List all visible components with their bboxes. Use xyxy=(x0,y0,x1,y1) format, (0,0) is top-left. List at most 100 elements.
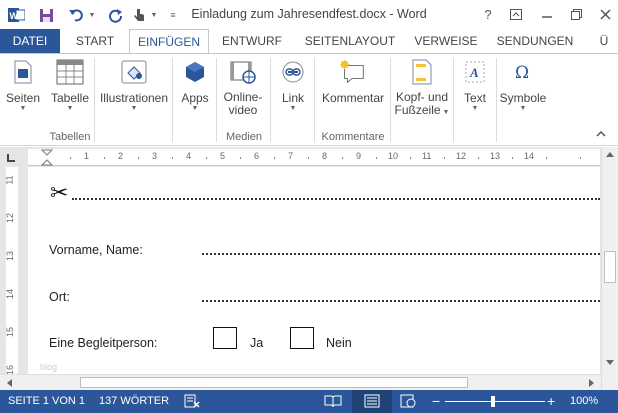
scroll-up-icon[interactable] xyxy=(606,151,614,157)
zoom-level[interactable]: 100% xyxy=(570,395,598,407)
tab-ueberpruefen[interactable]: Ü xyxy=(590,29,618,54)
online-video-label-line2: video xyxy=(228,103,258,117)
online-video-button[interactable]: Online-video xyxy=(219,57,267,117)
nein-label: Nein xyxy=(326,336,352,350)
web-layout-icon[interactable] xyxy=(400,394,416,411)
illustrations-label: Illustrationen xyxy=(99,91,169,105)
header-footer-button[interactable]: Kopf- und Fußzeile ▼ xyxy=(393,57,451,117)
scissors-icon: ✂ xyxy=(50,180,69,205)
vertical-ruler-strip xyxy=(6,167,18,390)
link-label: Link xyxy=(281,91,304,105)
document-page[interactable]: ✂ Vorname, Name: Ort: Eine Begleitperson… xyxy=(28,167,600,390)
divider xyxy=(453,58,454,142)
collapse-ribbon-icon[interactable] xyxy=(596,130,606,141)
nein-checkbox[interactable] xyxy=(290,327,314,349)
symbols-label: Symbole xyxy=(499,91,547,105)
print-layout-button[interactable] xyxy=(352,390,392,413)
tab-verweise[interactable]: VERWEISE xyxy=(410,29,482,54)
text-button[interactable]: A Text ▼ xyxy=(456,57,494,113)
ja-checkbox[interactable] xyxy=(213,327,237,349)
vruler-mark: 12 xyxy=(5,212,16,224)
document-area: 1 2 3 4 5 6 7 8 9 10 11 12 13 14 11 12 1… xyxy=(0,147,618,390)
vruler-mark: 14 xyxy=(5,288,16,300)
symbols-icon: Ω xyxy=(509,57,537,87)
ribbon-tabs: DATEI START EINFÜGEN ENTWURF SEITENLAYOU… xyxy=(0,29,618,55)
group-label-medien: Medien xyxy=(225,131,263,143)
comment-button[interactable]: Kommentar xyxy=(318,57,388,105)
symbols-button[interactable]: Ω Symbole ▼ xyxy=(498,57,548,113)
text-label: Text xyxy=(463,91,486,105)
zoom-out-button[interactable]: − xyxy=(432,393,440,409)
ruler-ticks xyxy=(70,157,581,159)
table-label: Tabelle xyxy=(50,91,90,105)
link-button[interactable]: Link ▼ xyxy=(274,57,312,113)
vertical-scrollbar[interactable] xyxy=(601,147,618,390)
horizontal-ruler[interactable]: 1 2 3 4 5 6 7 8 9 10 11 12 13 14 xyxy=(28,149,600,166)
header-footer-label: Kopf- und Fußzeile ▼ xyxy=(393,91,451,117)
svg-text:Ω: Ω xyxy=(515,63,529,83)
chevron-down-icon: ▼ xyxy=(191,105,199,112)
vruler-mark: 11 xyxy=(4,175,15,185)
tab-sendungen[interactable]: SENDUNGEN xyxy=(490,29,580,54)
horizontal-scrollbar[interactable] xyxy=(0,374,601,390)
close-button[interactable] xyxy=(594,4,616,24)
horizontal-scroll-thumb[interactable] xyxy=(80,377,468,388)
table-button[interactable]: Tabelle ▼ xyxy=(48,57,92,113)
scroll-down-icon[interactable] xyxy=(606,360,614,366)
chevron-down-icon: ▼ xyxy=(471,105,479,112)
ort-entry-line[interactable] xyxy=(202,300,600,302)
divider xyxy=(390,58,391,142)
zoom-slider-track[interactable] xyxy=(445,401,545,402)
watermark: blog xyxy=(40,362,58,372)
page-count[interactable]: SEITE 1 VON 1 xyxy=(8,395,85,407)
apps-button[interactable]: Apps ▼ xyxy=(176,57,214,113)
tab-start[interactable]: START xyxy=(66,29,124,54)
tab-entwurf[interactable]: ENTWURF xyxy=(216,29,288,54)
chevron-down-icon: ▼ xyxy=(19,105,27,112)
zoom-slider-thumb[interactable] xyxy=(491,396,495,407)
name-label: Vorname, Name: xyxy=(49,243,143,257)
header-footer-icon xyxy=(408,57,436,87)
zoom-in-button[interactable]: + xyxy=(547,393,555,409)
read-mode-icon[interactable] xyxy=(324,394,342,411)
tab-selector-icon[interactable] xyxy=(4,151,18,165)
divider xyxy=(172,58,173,142)
online-video-label: Online-video xyxy=(219,91,267,117)
restore-button[interactable] xyxy=(565,4,587,24)
divider xyxy=(94,58,95,142)
proofing-icon[interactable] xyxy=(184,394,200,411)
ribbon-display-button[interactable] xyxy=(505,4,527,24)
text-icon: A xyxy=(461,57,489,87)
divider xyxy=(270,58,271,142)
vruler-mark: 15 xyxy=(5,326,16,338)
ja-label: Ja xyxy=(250,336,264,350)
table-icon xyxy=(56,57,84,87)
group-label-kommentare: Kommentare xyxy=(321,131,385,143)
divider xyxy=(314,58,315,142)
tab-seitenlayout[interactable]: SEITENLAYOUT xyxy=(297,29,403,54)
minimize-button[interactable] xyxy=(536,4,558,24)
pages-icon xyxy=(9,57,37,87)
pages-label: Seiten xyxy=(5,91,41,105)
title-bar: W ▼ ▼ ≡ Einladung zum Jahresendfest.docx… xyxy=(0,0,618,29)
tab-datei[interactable]: DATEI xyxy=(0,29,60,54)
pages-button[interactable]: Seiten ▼ xyxy=(3,57,43,113)
word-count[interactable]: 137 WÖRTER xyxy=(99,395,169,407)
name-entry-line[interactable] xyxy=(202,253,600,255)
vertical-ruler[interactable]: 11 12 13 14 15 16 xyxy=(0,167,22,390)
illustrations-button[interactable]: Illustrationen ▼ xyxy=(98,57,170,113)
group-label-tabellen: Tabellen xyxy=(49,131,91,143)
chevron-down-icon: ▼ xyxy=(440,109,450,116)
tab-einfuegen[interactable]: EINFÜGEN xyxy=(129,29,209,55)
chevron-down-icon: ▼ xyxy=(289,105,297,112)
vertical-scroll-thumb[interactable] xyxy=(604,251,616,283)
chevron-down-icon: ▼ xyxy=(66,105,74,112)
apps-label: Apps xyxy=(181,91,209,105)
scroll-right-icon[interactable] xyxy=(589,379,595,387)
header-footer-label-line2: Fußzeile xyxy=(394,103,441,117)
scroll-left-icon[interactable] xyxy=(6,379,12,387)
illustrations-icon xyxy=(120,57,148,87)
help-button[interactable]: ? xyxy=(477,4,499,24)
begleitperson-label: Eine Begleitperson: xyxy=(49,336,158,350)
cut-line xyxy=(72,198,600,200)
